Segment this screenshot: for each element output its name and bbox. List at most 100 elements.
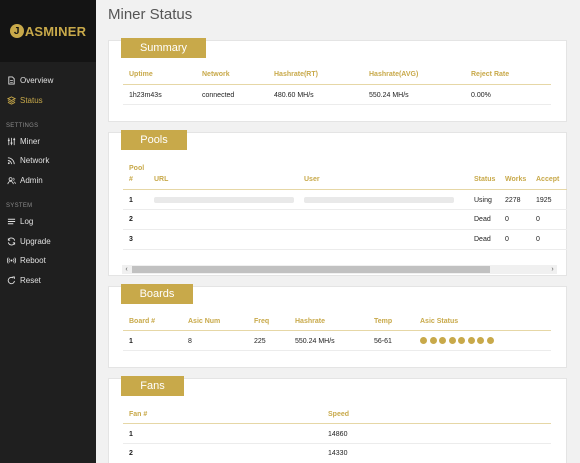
fans-row2-num: 2 xyxy=(129,450,133,457)
summary-col-hashrate-avg: Hashrate(AVG) xyxy=(369,71,419,78)
sidebar-item-status[interactable]: Status xyxy=(6,92,43,108)
summary-network-value: connected xyxy=(202,92,235,99)
scroll-right-arrow-icon[interactable]: › xyxy=(548,265,557,274)
scroll-left-arrow-icon[interactable]: ‹ xyxy=(122,265,131,274)
sidebar: J ASMINER Overview Status SETTINGS Miner… xyxy=(0,0,96,463)
sidebar-item-label: Miner xyxy=(20,136,41,146)
pools-row3-status: Dead xyxy=(474,236,491,243)
pools-row1-works: 2278 xyxy=(505,197,521,204)
pools-row3-accept: 0 xyxy=(536,236,540,243)
sidebar-item-network[interactable]: Network xyxy=(6,152,49,168)
asic-status-dot xyxy=(486,337,494,344)
summary-row-divider xyxy=(123,104,551,105)
pools-row1-url-redacted xyxy=(154,197,294,203)
users-icon xyxy=(6,175,16,185)
pools-horizontal-scrollbar[interactable]: ‹ › xyxy=(122,265,557,274)
pools-row2-accept: 0 xyxy=(536,216,540,223)
sidebar-item-admin[interactable]: Admin xyxy=(6,172,43,188)
pools-header: Pools xyxy=(121,130,187,150)
fans-row1-speed: 14860 xyxy=(328,431,348,438)
pools-col-user: User xyxy=(304,176,320,183)
file-icon xyxy=(6,75,16,85)
pools-row1-status: Using xyxy=(474,197,492,204)
pools-row-divider xyxy=(123,249,567,250)
sliders-icon xyxy=(6,136,16,146)
boards-hashrate-value: 550.24 MH/s xyxy=(295,338,335,345)
fans-col-speed: Speed xyxy=(328,411,350,418)
pools-row1-num: 1 xyxy=(129,197,133,204)
fans-row1-num: 1 xyxy=(129,431,133,438)
pools-row3-num: 3 xyxy=(129,236,133,243)
boards-col-asic-num: Asic Num xyxy=(188,318,221,325)
sidebar-item-label: Admin xyxy=(20,175,43,185)
boards-col-asic-status: Asic Status xyxy=(420,318,459,325)
sidebar-item-overview[interactable]: Overview xyxy=(6,72,53,88)
pools-row3-works: 0 xyxy=(505,236,509,243)
pools-col-pool: Pool xyxy=(129,165,145,172)
sidebar-item-reset[interactable]: Reset xyxy=(6,272,41,288)
scrollbar-thumb[interactable] xyxy=(132,266,490,273)
summary-header-divider xyxy=(123,84,551,85)
pools-row2-status: Dead xyxy=(474,216,491,223)
layers-icon xyxy=(6,95,16,105)
boards-temp-value: 56-61 xyxy=(374,338,392,345)
sidebar-item-reboot[interactable]: Reboot xyxy=(6,252,46,268)
logo-area: J ASMINER xyxy=(0,0,96,62)
section-label-settings: SETTINGS xyxy=(6,123,39,129)
summary-uptime-value: 1h23m43s xyxy=(129,92,162,99)
pools-card: Pools Pool # URL User Status Works Accep… xyxy=(108,130,567,276)
fans-header: Fans xyxy=(121,376,184,396)
pools-row1-user-redacted xyxy=(304,197,454,203)
fans-row-divider xyxy=(123,443,551,444)
summary-hashrate-rt-value: 480.60 MH/s xyxy=(274,92,314,99)
asic-status-dot xyxy=(467,337,475,344)
sidebar-item-upgrade[interactable]: Upgrade xyxy=(6,233,51,249)
pools-col-accept: Accept xyxy=(536,176,560,183)
sidebar-item-label: Log xyxy=(20,216,34,226)
boards-freq-value: 225 xyxy=(254,338,266,345)
asic-status-indicators xyxy=(420,337,510,345)
fans-card: Fans Fan # Speed 1 14860 2 14330 xyxy=(108,376,567,463)
asic-status-dot xyxy=(448,337,456,344)
fans-header-divider xyxy=(123,423,551,424)
sidebar-item-label: Network xyxy=(20,155,50,165)
pools-col-url: URL xyxy=(154,176,169,183)
boards-header: Boards xyxy=(121,284,193,304)
summary-hashrate-avg-value: 550.24 MH/s xyxy=(369,92,409,99)
asic-status-dot xyxy=(420,337,427,344)
pools-row2-works: 0 xyxy=(505,216,509,223)
pools-col-status: Status xyxy=(474,176,496,183)
pools-row-divider xyxy=(123,209,567,210)
sidebar-item-label: Status xyxy=(20,95,43,105)
boards-col-board: Board # xyxy=(129,318,156,325)
boards-asic-num-value: 8 xyxy=(188,338,192,345)
broadcast-icon xyxy=(6,255,16,265)
sidebar-item-label: Reboot xyxy=(20,255,46,265)
sidebar-item-label: Reset xyxy=(20,275,41,285)
logo-mark: J xyxy=(9,24,24,38)
pools-row1-accept: 1925 xyxy=(536,197,552,204)
summary-col-network: Network xyxy=(202,71,230,78)
summary-col-reject-rate: Reject Rate xyxy=(471,71,510,78)
asic-status-dot xyxy=(439,337,446,344)
asic-status-dot xyxy=(458,337,465,344)
boards-row-divider xyxy=(123,350,551,351)
sidebar-item-miner[interactable]: Miner xyxy=(6,133,40,149)
boards-col-hashrate: Hashrate xyxy=(295,318,325,325)
logo-text: ASMINER xyxy=(24,23,87,39)
page-title: Miner Status xyxy=(108,6,193,23)
section-label-system: SYSTEM xyxy=(6,203,33,209)
boards-header-divider xyxy=(123,330,551,331)
sidebar-item-label: Upgrade xyxy=(20,236,51,246)
summary-card: Summary Uptime Network Hashrate(RT) Hash… xyxy=(108,38,567,122)
fans-row2-speed: 14330 xyxy=(328,450,348,457)
fans-col-fan: Fan # xyxy=(129,411,148,418)
pools-header-divider xyxy=(123,189,567,190)
list-icon xyxy=(6,216,16,226)
asic-status-dot xyxy=(477,337,484,344)
boards-card: Boards Board # Asic Num Freq Hashrate Te… xyxy=(108,284,567,368)
boards-board-value: 1 xyxy=(129,338,133,345)
sidebar-item-log[interactable]: Log xyxy=(6,213,33,229)
pools-row-divider xyxy=(123,229,567,230)
summary-col-uptime: Uptime xyxy=(129,71,153,78)
